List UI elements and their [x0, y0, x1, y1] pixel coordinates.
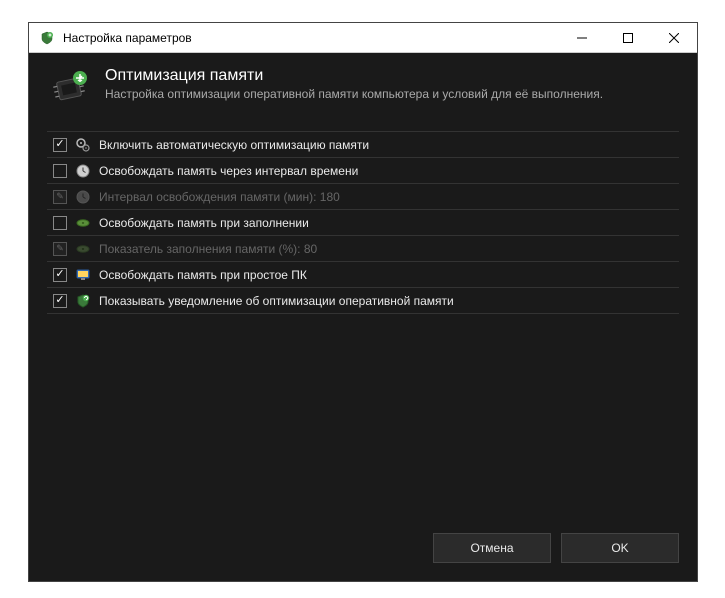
- options-list: Включить автоматическую оптимизацию памя…: [47, 131, 679, 519]
- checkbox[interactable]: [53, 138, 67, 152]
- option-auto-optimize[interactable]: Включить автоматическую оптимизацию памя…: [47, 132, 679, 158]
- ok-button[interactable]: OK: [561, 533, 679, 563]
- option-label: Включить автоматическую оптимизацию памя…: [99, 138, 369, 152]
- checkbox[interactable]: [53, 294, 67, 308]
- edit-icon: ✎: [53, 242, 67, 256]
- gears-icon: [75, 137, 91, 153]
- disk-icon: [75, 241, 91, 257]
- clock-icon: [75, 163, 91, 179]
- maximize-button[interactable]: [605, 23, 651, 53]
- option-label: Освобождать память при заполнении: [99, 216, 309, 230]
- titlebar: Настройка параметров: [29, 23, 697, 53]
- dialog-header: Оптимизация памяти Настройка оптимизации…: [29, 53, 697, 131]
- option-label: Показывать уведомление об оптимизации оп…: [99, 294, 454, 308]
- monitor-icon: [75, 267, 91, 283]
- dialog-footer: Отмена OK: [29, 519, 697, 581]
- minimize-button[interactable]: [559, 23, 605, 53]
- option-fill-threshold: ✎ Показатель заполнения памяти (%): 80: [47, 236, 679, 262]
- settings-window: Настройка параметров: [28, 22, 698, 582]
- option-show-notification[interactable]: Показывать уведомление об оптимизации оп…: [47, 288, 679, 314]
- window-title: Настройка параметров: [63, 31, 559, 45]
- edit-icon: ✎: [53, 190, 67, 204]
- option-free-interval[interactable]: Освобождать память через интервал времен…: [47, 158, 679, 184]
- option-label: Освобождать память при простое ПК: [99, 268, 307, 282]
- cancel-button[interactable]: Отмена: [433, 533, 551, 563]
- checkbox[interactable]: [53, 216, 67, 230]
- close-button[interactable]: [651, 23, 697, 53]
- disk-icon: [75, 215, 91, 231]
- clock-icon: [75, 189, 91, 205]
- page-subtitle: Настройка оптимизации оперативной памяти…: [105, 87, 603, 101]
- memory-chip-icon: [47, 67, 91, 111]
- option-label: Показатель заполнения памяти (%): 80: [99, 242, 317, 256]
- option-free-on-fill[interactable]: Освобождать память при заполнении: [47, 210, 679, 236]
- option-interval-value: ✎ Интервал освобождения памяти (мин): 18…: [47, 184, 679, 210]
- checkbox[interactable]: [53, 268, 67, 282]
- option-free-on-idle[interactable]: Освобождать память при простое ПК: [47, 262, 679, 288]
- page-title: Оптимизация памяти: [105, 67, 603, 85]
- checkbox[interactable]: [53, 164, 67, 178]
- option-label: Интервал освобождения памяти (мин): 180: [99, 190, 340, 204]
- app-icon: [39, 30, 55, 46]
- option-label: Освобождать память через интервал времен…: [99, 164, 358, 178]
- shield-refresh-icon: [75, 293, 91, 309]
